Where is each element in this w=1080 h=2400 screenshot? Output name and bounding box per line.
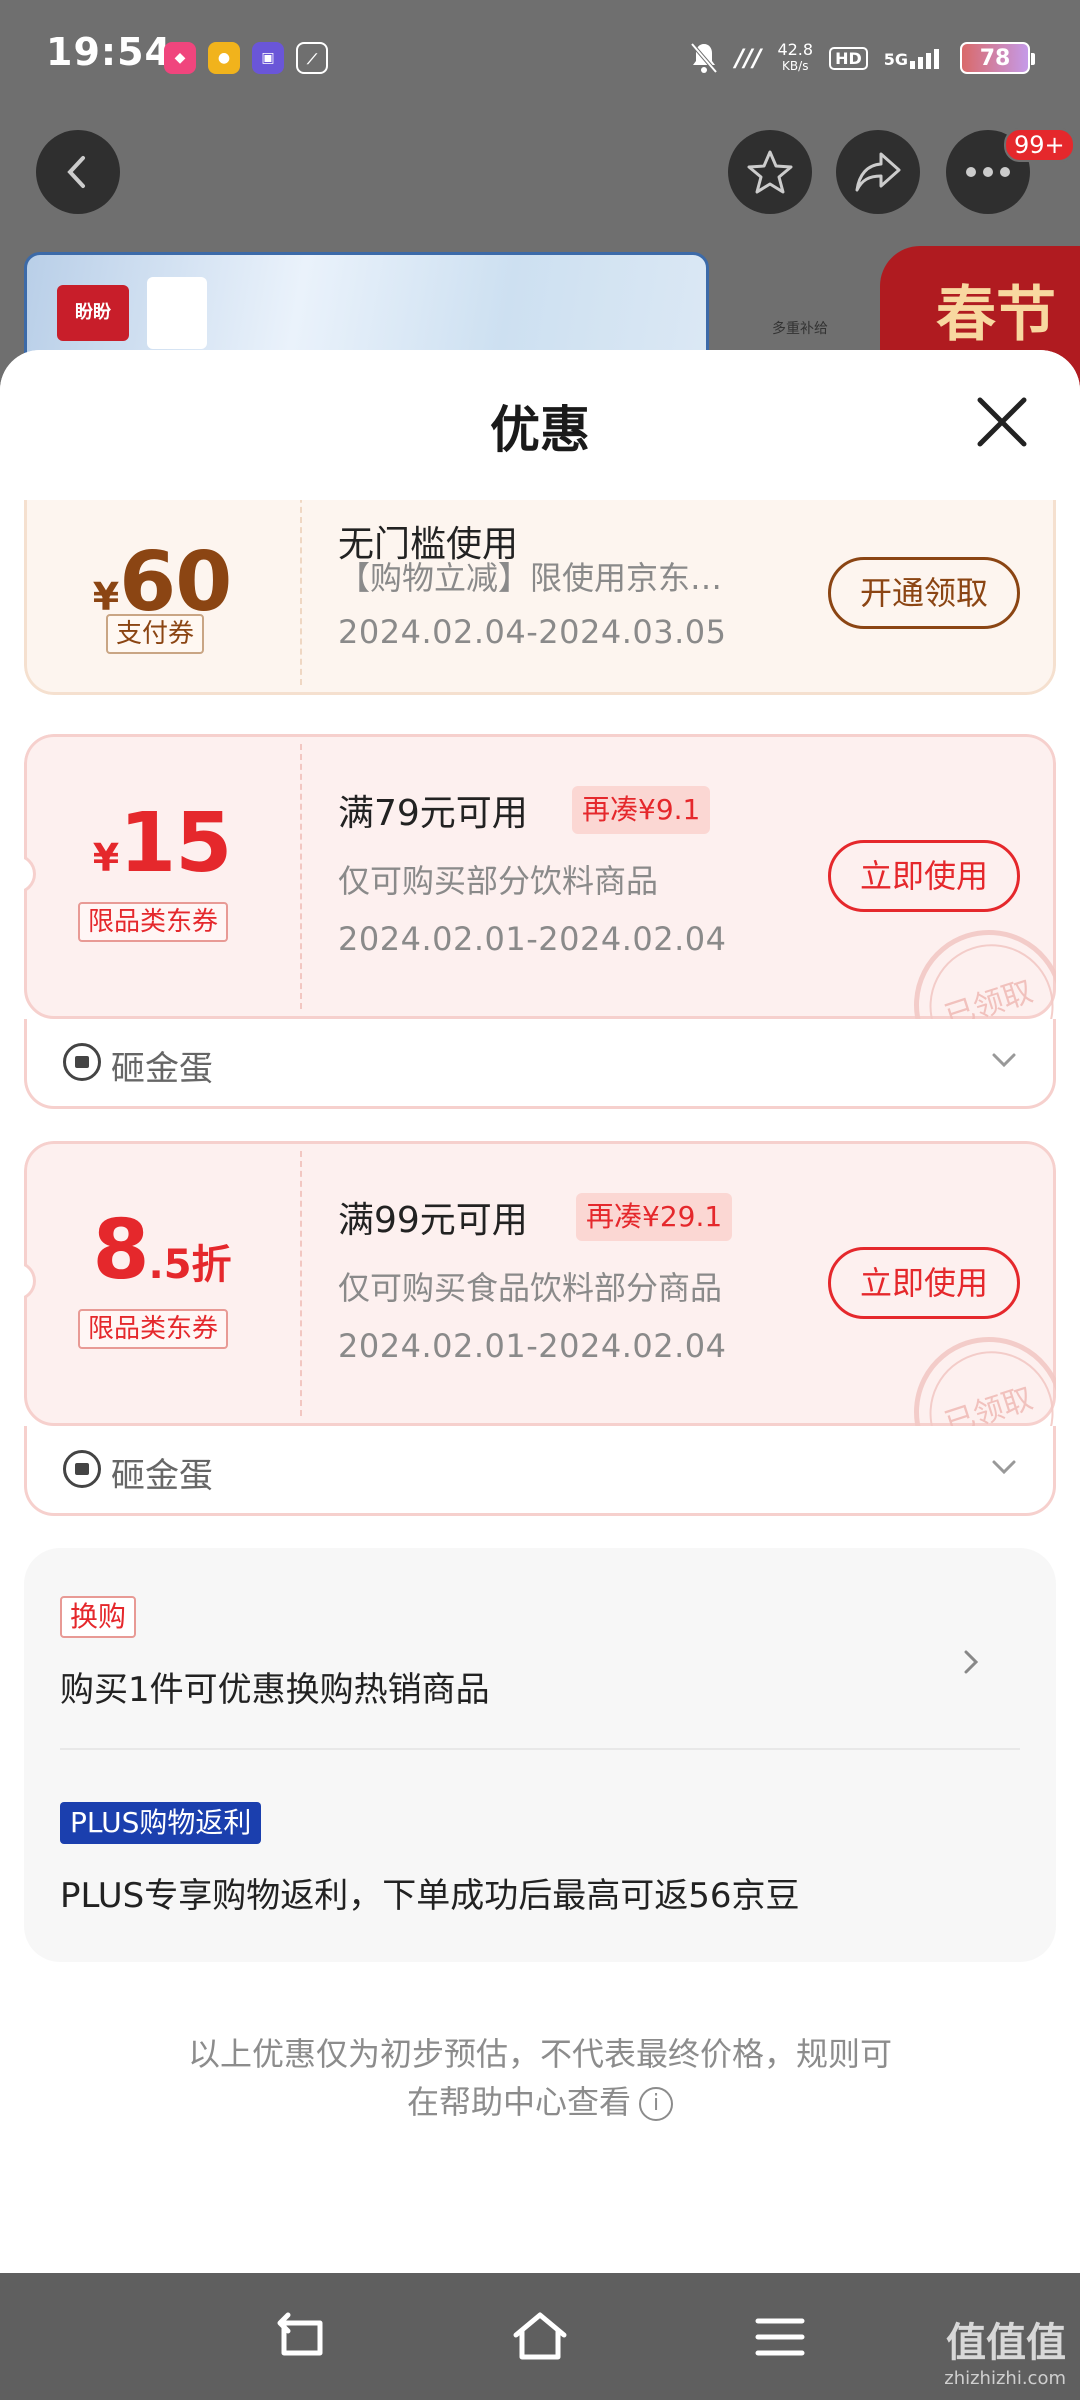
coupon-date: 2024.02.04-2024.03.05 bbox=[338, 613, 727, 651]
discount-sheet: 优惠 ¥60 支付券 无门槛使用 【购物立减】限使用京东… 2024.02.04… bbox=[0, 350, 1080, 2273]
hd-badge: HD bbox=[829, 46, 868, 70]
notification-app-icon: ⟋ bbox=[296, 42, 328, 74]
coupon-type-tag: 限品类东券 bbox=[78, 1309, 229, 1349]
exchange-tag: 换购 bbox=[60, 1596, 137, 1638]
coupon-card: 8.5折 限品类东券 满99元可用 再凑¥29.1 仅可购买食品饮料部分商品 2… bbox=[24, 1141, 1056, 1519]
network-type: 5G bbox=[884, 47, 944, 69]
egg-icon bbox=[63, 1043, 101, 1081]
coupon-footer[interactable]: 砸金蛋 bbox=[24, 1019, 1056, 1109]
smash-egg-label: 砸金蛋 bbox=[111, 1456, 213, 1496]
more-badge: 99+ bbox=[1004, 128, 1075, 162]
back-button[interactable] bbox=[36, 130, 120, 214]
exchange-text[interactable]: 购买1件可优惠换购热销商品 bbox=[60, 1662, 490, 1711]
status-bar: 19:54 ◆ ● ▣ ⟋ /// 42.8 KB/s HD 5G 78 bbox=[0, 0, 1080, 115]
network-speed: 42.8 KB/s bbox=[777, 40, 814, 73]
coupon-scope: 仅可购买食品饮料部分商品 bbox=[338, 1269, 723, 1307]
coupon-date: 2024.02.01-2024.02.04 bbox=[338, 920, 727, 958]
coupon-card: ¥15 限品类东券 满79元可用 再凑¥9.1 仅可购买部分饮料商品 2024.… bbox=[24, 734, 1056, 1112]
chevron-down-icon bbox=[992, 1053, 1016, 1068]
star-icon bbox=[747, 150, 793, 194]
coupon-date: 2024.02.01-2024.02.04 bbox=[338, 1327, 727, 1365]
coupon-amount: ¥15 bbox=[92, 796, 233, 891]
remaining-amount-tag: 再凑¥29.1 bbox=[576, 1193, 733, 1241]
chevron-down-icon bbox=[992, 1460, 1016, 1475]
brand-logo: 盼盼 bbox=[57, 285, 129, 341]
activate-claim-button[interactable]: 开通领取 bbox=[828, 557, 1020, 629]
coupon-amount: 8.5折 bbox=[92, 1203, 232, 1298]
notification-app-icon: ◆ bbox=[164, 42, 196, 74]
share-icon bbox=[855, 152, 901, 192]
watermark: 值值值 zhizhizhi.com bbox=[944, 2320, 1066, 2389]
sheet-header: 优惠 bbox=[0, 350, 1080, 500]
promotion-panel: 换购 购买1件可优惠换购热销商品 PLUS购物返利 PLUS专享购物返利，下单成… bbox=[24, 1548, 1056, 1962]
coupon-scope: 【购物立减】限使用京东… bbox=[338, 559, 723, 597]
remaining-amount-tag: 再凑¥9.1 bbox=[572, 786, 711, 834]
plus-rebate-tag: PLUS购物返利 bbox=[60, 1802, 262, 1844]
coupon-list[interactable]: ¥60 支付券 无门槛使用 【购物立减】限使用京东… 2024.02.04-20… bbox=[0, 500, 1080, 2273]
sheet-title: 优惠 bbox=[490, 401, 590, 459]
chevron-right-icon[interactable] bbox=[956, 1644, 986, 1680]
egg-icon bbox=[63, 1450, 101, 1488]
notification-app-icon: ▣ bbox=[252, 42, 284, 74]
disclaimer: 以上优惠仅为初步预估，不代表最终价格，规则可 在帮助中心查看 i bbox=[187, 2035, 892, 2121]
signal-brand-icon: /// bbox=[735, 44, 762, 72]
team-logo bbox=[147, 277, 207, 349]
plus-rebate-text: PLUS专享购物返利，下单成功后最高可返56京豆 bbox=[60, 1876, 800, 1916]
favorite-button[interactable] bbox=[728, 130, 812, 214]
more-dots-icon bbox=[966, 167, 1010, 177]
coupon-type-tag: 限品类东券 bbox=[78, 902, 229, 942]
coupon-type-tag: 支付券 bbox=[106, 614, 205, 654]
back-nav-icon[interactable] bbox=[270, 2309, 330, 2365]
coupon-condition: 满79元可用 bbox=[338, 793, 528, 834]
smash-egg-label: 砸金蛋 bbox=[111, 1049, 213, 1089]
menu-nav-icon[interactable] bbox=[750, 2309, 810, 2365]
status-time: 19:54 bbox=[46, 30, 172, 74]
coupon-scope: 仅可购买部分饮料商品 bbox=[338, 862, 659, 900]
share-button[interactable] bbox=[836, 130, 920, 214]
close-icon[interactable] bbox=[974, 394, 1030, 450]
notification-app-icon: ● bbox=[208, 42, 240, 74]
info-icon[interactable]: i bbox=[639, 2087, 673, 2121]
home-nav-icon[interactable] bbox=[510, 2309, 570, 2365]
coupon-condition: 满99元可用 bbox=[338, 1200, 528, 1241]
banner-note: 多重补给 bbox=[772, 321, 828, 337]
status-indicators: /// 42.8 KB/s HD 5G 78 bbox=[689, 38, 1035, 78]
coupon-card-payment: ¥60 支付券 无门槛使用 【购物立减】限使用京东… 2024.02.04-20… bbox=[24, 500, 1056, 695]
use-now-button[interactable]: 立即使用 bbox=[828, 1247, 1020, 1319]
system-nav-bar bbox=[0, 2273, 1080, 2400]
signal-bars-icon bbox=[910, 49, 939, 69]
use-now-button[interactable]: 立即使用 bbox=[828, 840, 1020, 912]
battery-indicator: 78 bbox=[960, 42, 1035, 74]
mute-bell-icon bbox=[690, 42, 718, 74]
coupon-footer[interactable]: 砸金蛋 bbox=[24, 1426, 1056, 1516]
back-arrow-icon bbox=[67, 156, 85, 188]
